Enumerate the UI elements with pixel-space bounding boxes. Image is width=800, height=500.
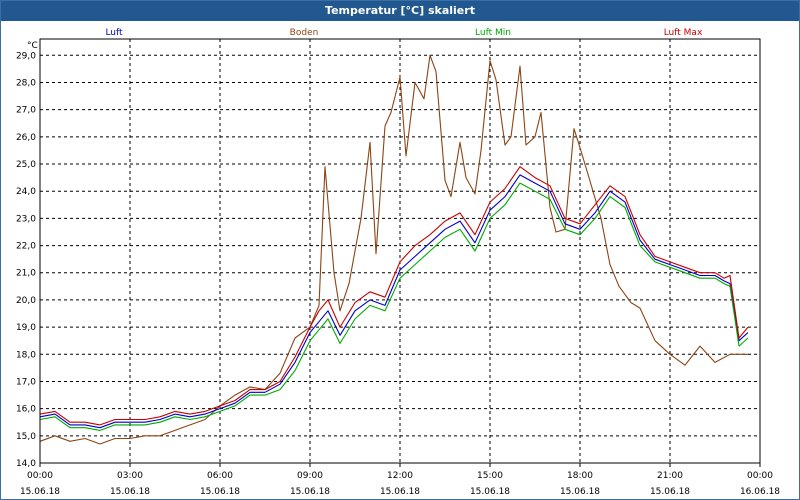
x-tick-date-label: 15.06.18 xyxy=(560,487,600,497)
y-tick-label: 14,0 xyxy=(16,459,36,469)
y-tick-label: 24,0 xyxy=(16,187,36,197)
y-tick-label: 17,0 xyxy=(16,377,36,387)
temperature-chart: Luft Boden Luft Min Luft Max °C 14,0 15,0 16,… xyxy=(16,28,780,497)
series-line-luft xyxy=(39,174,749,429)
x-tick-time-label: 09:00 xyxy=(297,471,323,481)
y-tick-label: 23,0 xyxy=(16,214,36,224)
x-tick-time-label: 06:00 xyxy=(207,471,233,481)
y-tick-label: 15,0 xyxy=(16,432,36,442)
x-tick-time-label: 12:00 xyxy=(387,471,413,481)
chart-window: Temperatur [°C] skaliert Luft Boden Luft M… xyxy=(0,0,800,500)
y-tick-label: 16,0 xyxy=(16,405,36,415)
x-ticks: 00:00 15.06.18 03:00 15.06.18 06:00 15.06.18 0… xyxy=(20,463,780,497)
x-tick-date-label: 15.06.18 xyxy=(470,487,510,497)
x-tick-time-label: 21:00 xyxy=(657,471,683,481)
x-tick-time-label: 03:00 xyxy=(117,471,143,481)
y-tick-label: 29,0 xyxy=(16,51,36,61)
y-ticks: 14,0 15,0 16,0 17,0 18,0 19,0 20,0 21,0 22,0 23,0… xyxy=(16,51,36,469)
legend-entry-boden: Boden xyxy=(290,28,319,38)
y-tick-label: 22,0 xyxy=(16,242,36,252)
x-tick-date-label: 15.06.18 xyxy=(110,487,150,497)
y-tick-label: 25,0 xyxy=(16,160,36,170)
y-tick-label: 26,0 xyxy=(16,133,36,143)
x-tick-time-label: 18:00 xyxy=(567,471,593,481)
series-line-luft-min xyxy=(39,182,749,431)
y-tick-label: 18,0 xyxy=(16,350,36,360)
legend-entry-luft-max: Luft Max xyxy=(664,28,703,38)
y-tick-label: 27,0 xyxy=(16,106,36,116)
series-line-boden xyxy=(39,54,748,445)
series-group xyxy=(39,54,749,445)
legend: Luft Boden Luft Min Luft Max xyxy=(105,28,703,38)
legend-entry-luft: Luft xyxy=(105,28,123,38)
x-tick-date-label: 15.06.18 xyxy=(20,487,60,497)
x-tick-date-label: 15.06.18 xyxy=(290,487,330,497)
x-tick-date-label: 16.06.18 xyxy=(740,487,780,497)
y-tick-label: 20,0 xyxy=(16,296,36,306)
y-tick-label: 19,0 xyxy=(16,323,36,333)
x-tick-date-label: 15.06.18 xyxy=(200,487,240,497)
x-tick-time-label: 00:00 xyxy=(27,471,53,481)
grid xyxy=(40,39,760,464)
series-line-luft-max xyxy=(39,166,749,426)
y-tick-label: 28,0 xyxy=(16,78,36,88)
legend-entry-luft-min: Luft Min xyxy=(475,28,511,38)
y-tick-label: 21,0 xyxy=(16,269,36,279)
x-tick-time-label: 15:00 xyxy=(477,471,503,481)
x-tick-time-label: 00:00 xyxy=(747,471,773,481)
y-axis-unit: °C xyxy=(27,41,38,51)
x-tick-date-label: 15.06.18 xyxy=(380,487,420,497)
x-tick-date-label: 15.06.18 xyxy=(650,487,690,497)
